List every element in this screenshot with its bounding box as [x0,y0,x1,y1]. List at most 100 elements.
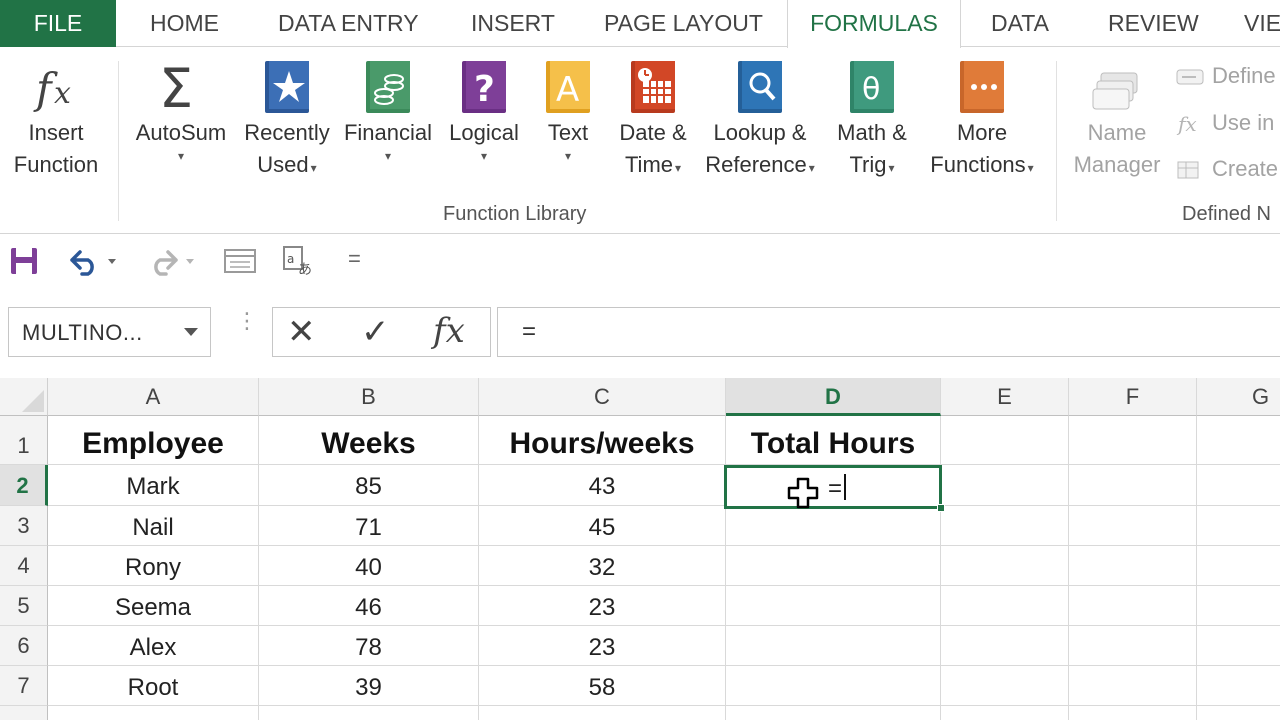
cell-b5[interactable]: 46 [259,586,479,626]
cell-b1[interactable]: Weeks [259,416,479,465]
cell-d1[interactable]: Total Hours [726,416,941,465]
cell-e6[interactable] [941,626,1069,666]
cell-b2[interactable]: 85 [259,465,479,506]
cell-g2[interactable] [1197,465,1280,506]
cell-b6[interactable]: 78 [259,626,479,666]
cell-e8[interactable] [941,706,1069,720]
cell-b4[interactable]: 40 [259,546,479,586]
column-header-b[interactable]: B [259,378,479,416]
date-time-button[interactable]: Date & Time ▾ [608,59,698,184]
cell-g7[interactable] [1197,666,1280,706]
undo-icon[interactable] [64,244,120,278]
cell-g3[interactable] [1197,506,1280,546]
cell-g5[interactable] [1197,586,1280,626]
cell-b8[interactable] [259,706,479,720]
cell-c4[interactable]: 32 [479,546,726,586]
tab-file[interactable]: FILE [0,0,116,47]
column-header-d[interactable]: D [726,378,941,416]
tab-formulas[interactable]: FORMULAS [787,0,961,48]
cell-a5[interactable]: Seema [48,586,259,626]
cell-a4[interactable]: Rony [48,546,259,586]
cell-a2[interactable]: Mark [48,465,259,506]
cell-f1[interactable] [1069,416,1197,465]
column-header-e[interactable]: E [941,378,1069,416]
cell-e5[interactable] [941,586,1069,626]
row-header-5[interactable]: 5 [0,586,48,626]
column-header-c[interactable]: C [479,378,726,416]
text-functions-button[interactable]: A Text ▾ [536,59,600,163]
cell-d5[interactable] [726,586,941,626]
cell-f8[interactable] [1069,706,1197,720]
column-header-g[interactable]: G [1197,378,1280,416]
cell-c2[interactable]: 43 [479,465,726,506]
column-header-a[interactable]: A [48,378,259,416]
insert-function-button[interactable]: f x Insert Function [6,59,106,181]
insert-function-fx-icon[interactable]: fx [433,312,465,350]
autosum-button[interactable]: Σ AutoSum ▾ [130,59,232,163]
cell-a3[interactable]: Nail [48,506,259,546]
cell-b3[interactable]: 71 [259,506,479,546]
cell-c8[interactable] [479,706,726,720]
cell-f2[interactable] [1069,465,1197,506]
cell-f5[interactable] [1069,586,1197,626]
formula-bar-grip-icon[interactable]: ⋮ [236,310,258,332]
cell-a7[interactable]: Root [48,666,259,706]
math-trig-button[interactable]: θ Math & Trig ▾ [828,59,916,184]
spelling-icon[interactable]: a あ [280,244,320,278]
enter-icon[interactable]: ✓ [361,314,390,350]
cancel-icon[interactable]: ✕ [287,314,316,350]
cell-f3[interactable] [1069,506,1197,546]
cell-c6[interactable]: 23 [479,626,726,666]
customize-qat-icon[interactable]: = [348,248,361,282]
redo-icon[interactable] [144,244,200,278]
save-icon[interactable] [8,244,40,278]
cell-e2[interactable] [941,465,1069,506]
cell-c5[interactable]: 23 [479,586,726,626]
tab-home[interactable]: HOME [150,0,219,47]
recently-used-dropdown-icon[interactable]: ▾ [311,161,317,175]
financial-button[interactable]: Financial ▾ [340,59,436,163]
tab-review[interactable]: REVIEW [1108,0,1199,47]
cell-g1[interactable] [1197,416,1280,465]
name-box-dropdown-icon[interactable] [184,328,198,336]
cell-f6[interactable] [1069,626,1197,666]
create-from-selection-button[interactable]: Create [1176,156,1278,182]
active-cell-d2[interactable]: = [724,465,945,512]
form-icon[interactable] [222,244,258,278]
row-header-4[interactable]: 4 [0,546,48,586]
cell-g6[interactable] [1197,626,1280,666]
name-box[interactable]: MULTINO... [8,307,211,357]
row-header-6[interactable]: 6 [0,626,48,666]
financial-dropdown-icon[interactable]: ▾ [340,149,436,163]
select-all-button[interactable] [0,378,48,416]
cell-c3[interactable]: 45 [479,506,726,546]
math-trig-dropdown-icon[interactable]: ▾ [889,161,895,175]
row-header-3[interactable]: 3 [0,506,48,546]
column-header-f[interactable]: F [1069,378,1197,416]
cell-g8[interactable] [1197,706,1280,720]
date-time-dropdown-icon[interactable]: ▾ [675,161,681,175]
fill-handle[interactable] [937,504,945,512]
cell-a6[interactable]: Alex [48,626,259,666]
lookup-reference-button[interactable]: Lookup & Reference ▾ [698,59,822,184]
cell-d3[interactable] [726,506,941,546]
tab-view[interactable]: VIE [1244,0,1280,47]
define-name-button[interactable]: Define [1176,63,1276,89]
tab-insert[interactable]: INSERT [471,0,555,47]
cell-a8[interactable] [48,706,259,720]
name-manager-button[interactable]: Name Manager [1066,59,1168,181]
cell-c1[interactable]: Hours/weeks [479,416,726,465]
recently-used-button[interactable]: Recently Used ▾ [240,59,334,184]
tab-data-entry[interactable]: DATA ENTRY [278,0,419,47]
use-in-formula-button[interactable]: fx Use in [1176,110,1274,136]
more-functions-dropdown-icon[interactable]: ▾ [1028,161,1034,175]
tab-page-layout[interactable]: PAGE LAYOUT [604,0,763,47]
row-header-8[interactable] [0,706,48,720]
lookup-reference-dropdown-icon[interactable]: ▾ [809,161,815,175]
text-functions-dropdown-icon[interactable]: ▾ [536,149,600,163]
cell-f4[interactable] [1069,546,1197,586]
row-header-2[interactable]: 2 [0,465,48,506]
cell-e7[interactable] [941,666,1069,706]
formula-input[interactable]: = [497,307,1280,357]
cell-d7[interactable] [726,666,941,706]
